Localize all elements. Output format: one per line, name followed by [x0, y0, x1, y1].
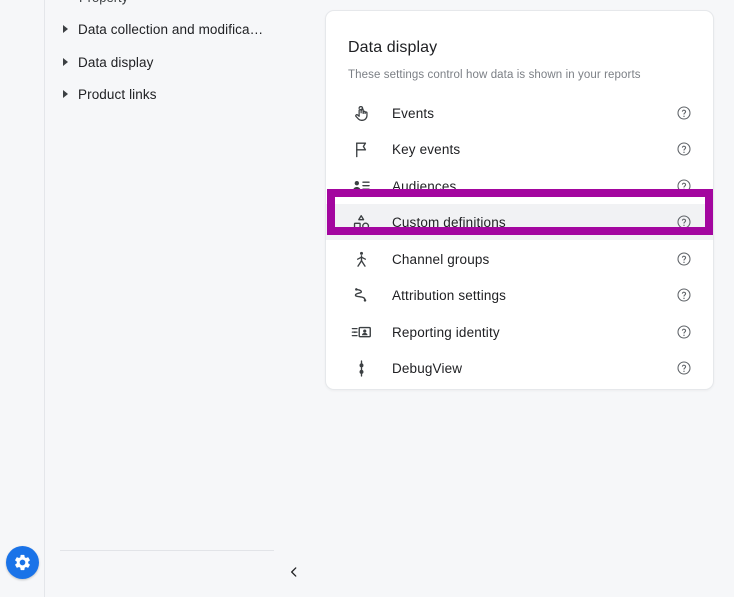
caret-right-icon: [54, 25, 76, 33]
nav-divider: [60, 550, 274, 551]
help-circle-icon[interactable]: [675, 359, 693, 377]
page-title: Data display: [348, 39, 438, 56]
help-circle-icon[interactable]: [675, 213, 693, 231]
settings-row-audiences[interactable]: Audiences: [326, 168, 713, 204]
settings-row-custom-definitions[interactable]: Custom definitions: [326, 204, 713, 240]
settings-row-label: Channel groups: [392, 251, 490, 267]
help-circle-icon[interactable]: [675, 177, 693, 195]
sidebar-item-label: Data collection and modifica…: [78, 21, 264, 37]
settings-row-label: Reporting identity: [392, 324, 500, 340]
sidebar-item-data-collection[interactable]: Data collection and modifica…: [54, 14, 317, 44]
shapes-icon: [348, 213, 374, 232]
gear-icon[interactable]: [6, 546, 39, 579]
id-card-icon: [348, 322, 374, 343]
chevron-left-icon[interactable]: [282, 560, 306, 584]
left-icon-rail: [0, 0, 45, 597]
debug-bug-icon: [348, 359, 374, 378]
sidebar-item-label: Product links: [78, 86, 157, 102]
settings-row-label: DebugView: [392, 360, 463, 376]
settings-row-label: Custom definitions: [392, 214, 506, 230]
settings-row-debugview[interactable]: DebugView: [326, 350, 713, 386]
nav-section-label: Property: [79, 0, 128, 5]
caret-right-icon: [54, 58, 76, 66]
sidebar-item-label: Data display: [78, 54, 154, 70]
sidebar-item-data-display[interactable]: Data display: [54, 47, 317, 77]
help-circle-icon[interactable]: [675, 323, 693, 341]
help-circle-icon[interactable]: [675, 140, 693, 158]
flag-icon: [348, 140, 374, 159]
person-running-icon: [348, 250, 374, 269]
sidebar-item-product-links[interactable]: Product links: [54, 79, 317, 109]
help-circle-icon[interactable]: [675, 286, 693, 304]
settings-row-label: Attribution settings: [392, 287, 507, 303]
caret-right-icon: [54, 90, 76, 98]
winding-path-icon: [348, 285, 374, 305]
card-subtitle: These settings control how data is shown…: [348, 69, 641, 81]
settings-row-label: Audiences: [392, 178, 457, 194]
settings-row-events[interactable]: Events: [326, 95, 713, 131]
tap-touch-icon: [348, 104, 374, 123]
settings-row-key-events[interactable]: Key events: [326, 131, 713, 167]
audience-person-list-icon: [348, 176, 374, 196]
settings-row-label: Events: [392, 105, 435, 121]
help-circle-icon[interactable]: [675, 104, 693, 122]
property-nav-panel: Property Data collection and modifica… D…: [46, 0, 323, 597]
settings-row-channel-groups[interactable]: Channel groups: [326, 241, 713, 277]
help-circle-icon[interactable]: [675, 250, 693, 268]
settings-row-attribution-settings[interactable]: Attribution settings: [326, 277, 713, 313]
settings-row-reporting-identity[interactable]: Reporting identity: [326, 314, 713, 350]
data-display-card: Data display These settings control how …: [325, 10, 714, 390]
settings-row-label: Key events: [392, 141, 461, 157]
